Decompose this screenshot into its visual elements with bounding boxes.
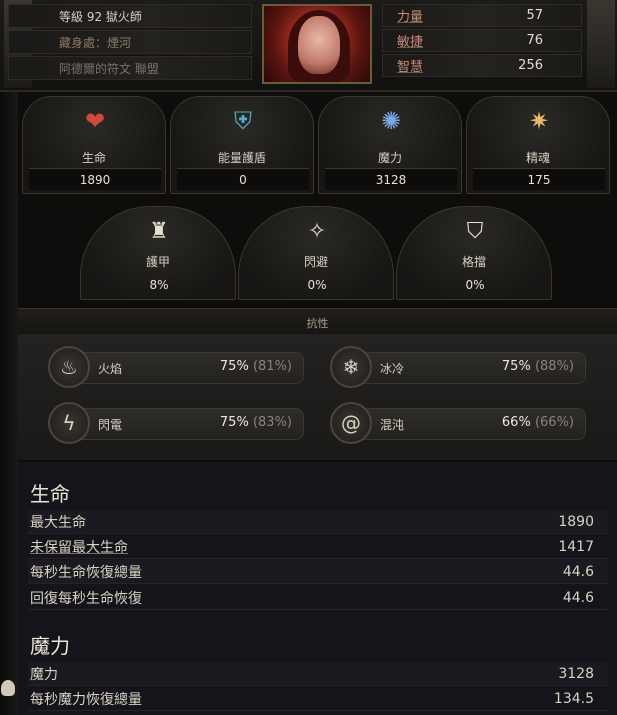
- shield-icon: ⛨: [234, 107, 252, 135]
- resistances-header: 抗性: [18, 308, 617, 334]
- panel-armour[interactable]: ♜ 護甲 8%: [80, 206, 236, 300]
- spirit-icon: ✷: [528, 107, 550, 135]
- attribute-intelligence[interactable]: 智慧 256: [382, 54, 582, 77]
- level-class-label: 等級 92 獄火師: [8, 4, 252, 28]
- character-info: 等級 92 獄火師 藏身處：煙河 阿德爾的符文 聯盟: [8, 4, 252, 82]
- resistance-cold[interactable]: ❄ 冰冷 75% (88%): [330, 346, 586, 388]
- character-portrait: [262, 4, 372, 84]
- section-title-mana: 魔力: [30, 634, 70, 658]
- stat-details-list: 生命 最大生命 1890 未保留最大生命 1417 每秒生命恢復總量 44.6 …: [18, 462, 617, 715]
- panel-spirit[interactable]: ✷ 精魂 175: [466, 96, 610, 194]
- stat-row[interactable]: 每秒魔力恢復總量 134.5: [28, 687, 608, 711]
- portrait-face: [298, 16, 340, 74]
- panel-block[interactable]: ⛉ 格擋 0%: [396, 206, 552, 300]
- resistance-lightning[interactable]: ϟ 閃電 75% (83%): [48, 402, 304, 444]
- left-border: [0, 92, 18, 715]
- resistance-fire[interactable]: ♨ 火焰 75% (81%): [48, 346, 304, 388]
- stat-row[interactable]: 魔力 3128: [28, 662, 608, 686]
- stat-row[interactable]: 未保留最大生命 1417: [28, 535, 608, 559]
- stat-row[interactable]: 最大生命 1890: [28, 510, 608, 534]
- statue-ornament-icon: [587, 0, 615, 88]
- resistances-title: 抗性: [306, 317, 329, 330]
- core-stat-panels: ❤ 生命 1890 ⛨ 能量護盾 0 ✺ 魔力 3128 ✷ 精魂 175: [18, 96, 617, 196]
- attributes-list: 力量 57 敏捷 76 智慧 256: [382, 4, 582, 79]
- armour-icon: ♜: [149, 218, 169, 244]
- resistances-area: ♨ 火焰 75% (81%) ❄ 冰冷 75% (88%) ϟ 閃電 75% (…: [18, 334, 617, 460]
- lightning-icon: ϟ: [48, 402, 90, 444]
- stat-row[interactable]: 回復每秒生命恢復 44.6: [28, 586, 608, 610]
- resistance-chaos[interactable]: @ 混沌 66% (66%): [330, 402, 586, 444]
- attribute-dexterity[interactable]: 敏捷 76: [382, 29, 582, 52]
- attribute-strength[interactable]: 力量 57: [382, 4, 582, 27]
- evasion-icon: ✧: [307, 218, 327, 244]
- character-header: 等級 92 獄火師 藏身處：煙河 阿德爾的符文 聯盟 力量 57 敏捷 76 智…: [0, 0, 617, 92]
- league-label: 阿德爾的符文 聯盟: [8, 56, 252, 80]
- panel-energy-shield[interactable]: ⛨ 能量護盾 0: [170, 96, 314, 194]
- panel-evasion[interactable]: ✧ 閃避 0%: [238, 206, 394, 300]
- skull-ornament-icon: [1, 680, 15, 696]
- mana-icon: ✺: [380, 107, 402, 135]
- panel-life[interactable]: ❤ 生命 1890: [22, 96, 166, 194]
- defence-panels: ♜ 護甲 8% ✧ 閃避 0% ⛉ 格擋 0%: [18, 206, 617, 306]
- stat-row[interactable]: 每秒生命恢復總量 44.6: [28, 560, 608, 584]
- chaos-icon: @: [330, 402, 372, 444]
- fire-icon: ♨: [48, 346, 90, 388]
- cold-icon: ❄: [330, 346, 372, 388]
- heart-icon: ❤: [84, 107, 106, 135]
- section-title-life: 生命: [30, 482, 70, 506]
- block-icon: ⛉: [466, 218, 484, 244]
- panel-mana[interactable]: ✺ 魔力 3128: [318, 96, 462, 194]
- hideout-label: 藏身處：煙河: [8, 30, 252, 54]
